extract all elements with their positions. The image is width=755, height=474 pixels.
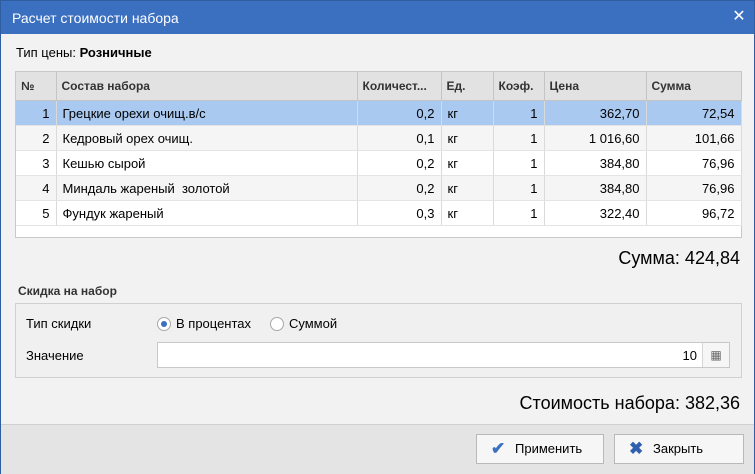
cell-price: 384,80	[544, 150, 647, 176]
window-title: Расчет стоимости набора	[12, 10, 179, 26]
cross-icon: ✖	[629, 439, 644, 458]
total-sum: Сумма: 424,84	[618, 248, 740, 268]
cell-sum: 96,72	[646, 200, 742, 226]
discount-value-label: Значение	[26, 348, 84, 363]
cell-quantity: 0,3	[357, 200, 442, 226]
cell-name: Кедровый орех очищ.	[56, 125, 358, 151]
cell-name: Грецкие орехи очищ.в/с	[56, 100, 358, 126]
cell-sum: 76,96	[646, 150, 742, 176]
cell-name: Фундук жареный	[56, 200, 358, 226]
table-row[interactable]: 4 Миндаль жареный золотой 0,2 кг 1 384,8…	[16, 175, 742, 201]
cell-unit: кг	[441, 175, 494, 201]
radio-percent-label[interactable]: В процентах	[176, 316, 251, 331]
cell-coef: 1	[493, 125, 545, 151]
cell-sum: 101,66	[646, 125, 742, 151]
dialog-window: Расчет стоимости набора ✕ Тип цены: Розн…	[0, 0, 755, 474]
discount-type-label: Тип скидки	[26, 316, 92, 331]
cell-price: 322,40	[544, 200, 647, 226]
discount-value-input[interactable]: 10 ▦	[157, 342, 730, 368]
radio-amount[interactable]	[270, 317, 284, 331]
column-header-unit[interactable]: Ед.	[441, 72, 494, 101]
table-row[interactable]: 1 Грецкие орехи очищ.в/с 0,2 кг 1 362,70…	[16, 100, 742, 126]
footer-bar: ✔ Применить ✖ Закрыть	[1, 424, 754, 474]
cell-coef: 1	[493, 100, 545, 126]
table-row[interactable]: 3 Кешью сырой 0,2 кг 1 384,80 76,96	[16, 150, 742, 176]
column-header-price[interactable]: Цена	[544, 72, 647, 101]
items-table[interactable]: № Состав набора Количест... Ед. Коэф. Це…	[15, 71, 742, 238]
discount-value: 10	[682, 348, 697, 363]
cell-name: Кешью сырой	[56, 150, 358, 176]
cell-number: 2	[16, 125, 57, 151]
discount-panel: Тип скидки В процентах Суммой Значение 1…	[15, 303, 742, 378]
check-icon: ✔	[491, 439, 506, 458]
cell-unit: кг	[441, 150, 494, 176]
cell-name: Миндаль жареный золотой	[56, 175, 358, 201]
close-icon[interactable]: ✕	[731, 9, 747, 25]
column-header-name[interactable]: Состав набора	[56, 72, 358, 101]
cell-number: 4	[16, 175, 57, 201]
column-header-sum[interactable]: Сумма	[646, 72, 742, 101]
total-cost: Стоимость набора: 382,36	[519, 393, 740, 413]
cell-coef: 1	[493, 175, 545, 201]
cell-unit: кг	[441, 125, 494, 151]
title-bar[interactable]: Расчет стоимости набора ✕	[1, 1, 754, 34]
cell-unit: кг	[441, 200, 494, 226]
column-header-number[interactable]: №	[16, 72, 57, 101]
calculator-icon[interactable]: ▦	[702, 343, 729, 367]
close-button-label: Закрыть	[653, 441, 704, 456]
price-type-line: Тип цены: Розничные	[16, 45, 152, 60]
cell-quantity: 0,2	[357, 100, 442, 126]
cell-sum: 76,96	[646, 175, 742, 201]
cell-coef: 1	[493, 150, 545, 176]
table-row[interactable]: 2 Кедровый орех очищ. 0,1 кг 1 1 016,60 …	[16, 125, 742, 151]
cell-number: 3	[16, 150, 57, 176]
table-row[interactable]: 5 Фундук жареный 0,3 кг 1 322,40 96,72	[16, 200, 742, 226]
radio-percent[interactable]	[157, 317, 171, 331]
price-type-label: Тип цены:	[16, 45, 76, 60]
price-type-value: Розничные	[79, 45, 152, 60]
cell-sum: 72,54	[646, 100, 742, 126]
cell-number: 5	[16, 200, 57, 226]
cell-price: 362,70	[544, 100, 647, 126]
radio-amount-label[interactable]: Суммой	[289, 316, 337, 331]
cell-coef: 1	[493, 200, 545, 226]
cell-price: 1 016,60	[544, 125, 647, 151]
cell-number: 1	[16, 100, 57, 126]
discount-heading: Скидка на набор	[18, 284, 117, 298]
cell-unit: кг	[441, 100, 494, 126]
cell-quantity: 0,1	[357, 125, 442, 151]
cell-quantity: 0,2	[357, 150, 442, 176]
close-button[interactable]: ✖ Закрыть	[614, 434, 744, 464]
cell-price: 384,80	[544, 175, 647, 201]
cell-quantity: 0,2	[357, 175, 442, 201]
column-header-coef[interactable]: Коэф.	[493, 72, 545, 101]
apply-button[interactable]: ✔ Применить	[476, 434, 604, 464]
apply-button-label: Применить	[515, 441, 583, 456]
column-header-quantity[interactable]: Количест...	[357, 72, 442, 101]
